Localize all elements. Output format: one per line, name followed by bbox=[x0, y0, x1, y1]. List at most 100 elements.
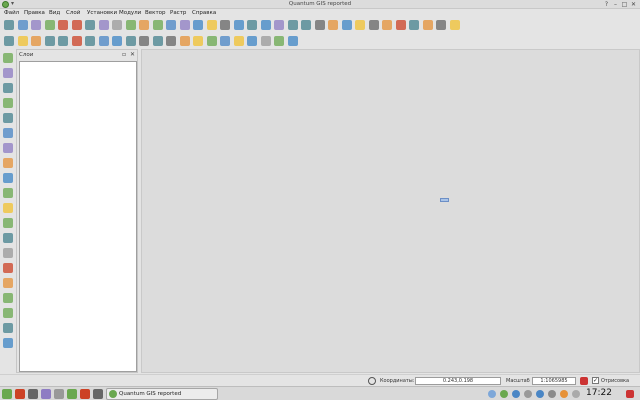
add-delimited-text-icon[interactable] bbox=[3, 188, 13, 198]
tile-icon[interactable] bbox=[422, 20, 433, 30]
window-minimize-button[interactable]: – bbox=[612, 1, 619, 8]
add-raster-layer-icon[interactable] bbox=[3, 68, 13, 78]
add-feature-icon[interactable] bbox=[31, 36, 41, 46]
move-feature-icon[interactable] bbox=[44, 36, 55, 46]
kontact-icon[interactable] bbox=[54, 389, 64, 399]
map-tips-icon[interactable] bbox=[274, 20, 284, 30]
map-feature[interactable] bbox=[440, 198, 449, 202]
add-vector-tile-icon[interactable] bbox=[3, 323, 13, 333]
battery-tray-icon[interactable] bbox=[548, 390, 556, 398]
add-wfs-layer-icon[interactable] bbox=[3, 173, 13, 183]
notifications-tray-icon[interactable] bbox=[560, 390, 568, 398]
new-shapefile-icon[interactable] bbox=[3, 203, 13, 213]
form-annotation-icon[interactable] bbox=[314, 20, 325, 30]
map-canvas[interactable] bbox=[141, 49, 640, 373]
print-icon[interactable] bbox=[71, 20, 82, 30]
add-wms-layer-icon[interactable] bbox=[3, 113, 13, 123]
add-spatialite-layer-icon[interactable] bbox=[3, 98, 13, 108]
coordinate-toggle-icon[interactable] bbox=[368, 377, 376, 385]
zoom-next-icon[interactable] bbox=[179, 20, 190, 30]
menu-view[interactable]: Вид bbox=[49, 10, 60, 16]
zoom-in-icon[interactable] bbox=[98, 20, 109, 30]
text-annotation-icon[interactable] bbox=[301, 20, 311, 30]
add-gpx-icon[interactable] bbox=[3, 278, 13, 288]
menu-settings[interactable]: Установки bbox=[87, 10, 117, 16]
desktop-pager-icon[interactable] bbox=[93, 389, 103, 399]
window-maximize-button[interactable]: □ bbox=[621, 1, 628, 8]
zoom-full-icon[interactable] bbox=[125, 20, 136, 30]
add-postgis-layer-icon[interactable] bbox=[3, 83, 13, 93]
add-vector-layer-icon[interactable] bbox=[3, 53, 13, 63]
scale-field[interactable]: 1:1065985 bbox=[532, 377, 576, 385]
menu-layer[interactable]: Слой bbox=[66, 10, 80, 16]
add-wms-tile-icon[interactable] bbox=[3, 308, 13, 318]
offset-curve-icon[interactable] bbox=[233, 36, 244, 46]
menu-file[interactable]: Файл bbox=[4, 10, 19, 16]
open-project-icon[interactable] bbox=[17, 20, 28, 30]
terminal-icon[interactable] bbox=[80, 389, 90, 399]
help-icon[interactable] bbox=[449, 20, 460, 30]
devices-tray-icon[interactable] bbox=[524, 390, 532, 398]
menu-edit[interactable]: Правка bbox=[24, 10, 45, 16]
web-service-icon[interactable] bbox=[409, 20, 419, 30]
delete-ring-icon[interactable] bbox=[193, 36, 203, 46]
new-memory-layer-icon[interactable] bbox=[3, 248, 13, 258]
panel-float-button[interactable]: ▫ bbox=[122, 51, 126, 58]
refresh-icon[interactable] bbox=[193, 20, 203, 30]
rotate-icon[interactable] bbox=[287, 36, 298, 46]
clock[interactable]: 17:22 bbox=[586, 388, 612, 398]
select-icon[interactable] bbox=[220, 20, 230, 30]
redo-icon[interactable] bbox=[139, 36, 149, 46]
undo-icon[interactable] bbox=[125, 36, 136, 46]
tray-expand-icon[interactable] bbox=[572, 390, 580, 398]
osm-icon[interactable] bbox=[368, 20, 379, 30]
new-spatialite-icon[interactable] bbox=[3, 218, 13, 228]
cut-icon[interactable] bbox=[85, 36, 95, 46]
coordinate-field[interactable]: 0.243,0.198 bbox=[415, 377, 501, 385]
add-oracle-layer-icon[interactable] bbox=[3, 143, 13, 153]
zoom-last-icon[interactable] bbox=[166, 20, 176, 30]
measure-icon[interactable] bbox=[247, 20, 257, 30]
merge-attributes-icon[interactable] bbox=[274, 36, 284, 46]
menu-vector[interactable]: Вектор bbox=[145, 10, 166, 16]
pan-icon[interactable] bbox=[85, 20, 95, 30]
logout-icon[interactable] bbox=[626, 390, 634, 398]
new-print-composer-icon[interactable] bbox=[58, 20, 68, 30]
georeferencer-icon[interactable] bbox=[395, 20, 406, 30]
coordinate-capture-icon[interactable] bbox=[436, 20, 446, 30]
reshape-icon[interactable] bbox=[220, 36, 230, 46]
grass-icon[interactable] bbox=[355, 20, 365, 30]
add-wcs-layer-icon[interactable] bbox=[3, 158, 13, 168]
add-text-layer-icon[interactable] bbox=[3, 293, 13, 303]
monitor-icon[interactable] bbox=[67, 389, 77, 399]
firefox-icon[interactable] bbox=[28, 389, 38, 399]
paste-icon[interactable] bbox=[112, 36, 122, 46]
measure-area-icon[interactable] bbox=[260, 20, 271, 30]
add-ring-icon[interactable] bbox=[166, 36, 176, 46]
task-qgis-button[interactable]: Quantum GIS reported bbox=[106, 388, 218, 400]
bookmark-icon[interactable] bbox=[287, 20, 298, 30]
render-checkbox[interactable]: ✓ bbox=[592, 377, 599, 384]
remove-layer-icon[interactable] bbox=[3, 263, 13, 273]
menu-raster[interactable]: Растр bbox=[170, 10, 186, 16]
merge-icon[interactable] bbox=[260, 36, 271, 46]
toggle-edit-icon[interactable] bbox=[4, 36, 14, 46]
window-close-button[interactable]: ✕ bbox=[630, 1, 637, 8]
add-mssql-layer-icon[interactable] bbox=[3, 128, 13, 138]
menu-help[interactable]: Справка bbox=[192, 10, 216, 16]
split-icon[interactable] bbox=[247, 36, 257, 46]
save-as-icon[interactable] bbox=[44, 20, 55, 30]
zoom-to-selection-icon[interactable] bbox=[139, 20, 149, 30]
audio-tray-icon[interactable] bbox=[488, 390, 496, 398]
simplify-icon[interactable] bbox=[152, 36, 163, 46]
zoom-to-layer-icon[interactable] bbox=[152, 20, 163, 30]
network-tray-icon[interactable] bbox=[500, 390, 508, 398]
clipboard-tray-icon[interactable] bbox=[536, 390, 544, 398]
python-console-icon[interactable] bbox=[341, 20, 352, 30]
zoom-out-icon[interactable] bbox=[112, 20, 122, 30]
new-project-icon[interactable] bbox=[4, 20, 14, 30]
node-tool-icon[interactable] bbox=[58, 36, 68, 46]
menu-plugins[interactable]: Модули bbox=[119, 10, 141, 16]
save-edits-icon[interactable] bbox=[17, 36, 28, 46]
new-gpx-icon[interactable] bbox=[3, 233, 13, 243]
